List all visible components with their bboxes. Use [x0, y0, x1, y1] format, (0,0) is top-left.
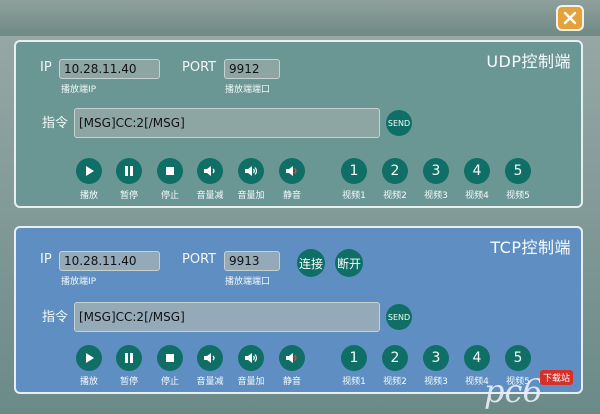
udp-send-button[interactable]: SEND	[386, 110, 412, 136]
udp-panel: UDP控制端 IP 10.28.11.40 播放端IP PORT 9912 播放…	[14, 40, 583, 208]
tcp-play-label: 播放	[79, 377, 98, 387]
tcp-send-button[interactable]: SEND	[386, 304, 412, 330]
udp-video-1-button[interactable]: 1	[341, 158, 367, 184]
udp-play-label: 播放	[79, 191, 98, 201]
tcp-video-2-label: 视频2	[383, 377, 407, 387]
stop-icon	[166, 167, 174, 175]
play-icon	[86, 166, 94, 176]
udp-port-caption: 播放端端口	[225, 85, 271, 95]
udp-stop-label: 停止	[160, 191, 179, 201]
udp-volume-up-button[interactable]	[238, 158, 264, 184]
udp-port-field[interactable]: 9912	[224, 59, 280, 79]
udp-cmd-label: 指令	[42, 116, 69, 131]
volume-up-icon	[245, 353, 258, 363]
tcp-pause-label: 暂停	[119, 377, 138, 387]
close-icon	[563, 11, 577, 25]
tcp-video-2-button[interactable]: 2	[382, 345, 408, 371]
tcp-volume-down-button[interactable]	[197, 345, 223, 371]
tcp-volume-down-label: 音量减	[196, 377, 224, 387]
tcp-cmd-input[interactable]: [MSG]CC:2[/MSG]	[74, 302, 380, 332]
tcp-ip-field[interactable]: 10.28.11.40	[59, 251, 160, 271]
stop-icon	[166, 354, 174, 362]
tcp-mute-label: 静音	[282, 377, 301, 387]
udp-ip-field[interactable]: 10.28.11.40	[59, 59, 160, 79]
tcp-ip-caption: 播放端IP	[61, 277, 97, 287]
udp-video-2-label: 视频2	[383, 191, 407, 201]
udp-video-4-button[interactable]: 4	[464, 158, 490, 184]
pause-icon	[125, 353, 133, 363]
tcp-video-3-label: 视频3	[424, 377, 448, 387]
close-button[interactable]	[556, 5, 584, 31]
tcp-disconnect-button[interactable]: 断开	[335, 249, 363, 277]
udp-mute-label: 静音	[282, 191, 301, 201]
mute-icon	[286, 353, 297, 363]
udp-video-2-button[interactable]: 2	[382, 158, 408, 184]
pause-icon	[125, 166, 133, 176]
tcp-pause-button[interactable]	[116, 345, 142, 371]
tcp-volume-up-button[interactable]	[238, 345, 264, 371]
tcp-mute-button[interactable]	[279, 345, 305, 371]
udp-video-3-label: 视频3	[424, 191, 448, 201]
tcp-port-label: PORT	[182, 252, 217, 267]
udp-volume-up-label: 音量加	[237, 191, 265, 201]
volume-up-icon	[245, 166, 258, 176]
tcp-port-field[interactable]: 9913	[224, 251, 280, 271]
tcp-ip-label: IP	[40, 252, 52, 267]
tcp-volume-up-label: 音量加	[237, 377, 265, 387]
udp-volume-down-label: 音量减	[196, 191, 224, 201]
tcp-stop-button[interactable]	[157, 345, 183, 371]
tcp-port-caption: 播放端端口	[225, 277, 271, 287]
udp-volume-down-button[interactable]	[197, 158, 223, 184]
udp-video-1-label: 视频1	[342, 191, 366, 201]
tcp-video-3-button[interactable]: 3	[423, 345, 449, 371]
tcp-connect-button[interactable]: 连接	[297, 249, 325, 277]
watermark-badge: 下载站	[540, 370, 574, 385]
play-icon	[86, 353, 94, 363]
volume-down-icon	[204, 353, 215, 363]
udp-ip-caption: 播放端IP	[61, 85, 97, 95]
udp-panel-title: UDP控制端	[486, 52, 571, 71]
udp-ip-label: IP	[40, 60, 52, 75]
tcp-panel-title: TCP控制端	[490, 238, 571, 257]
udp-play-button[interactable]	[76, 158, 102, 184]
title-bar	[0, 0, 600, 36]
udp-stop-button[interactable]	[157, 158, 183, 184]
tcp-cmd-label: 指令	[42, 310, 69, 325]
volume-down-icon	[204, 166, 215, 176]
udp-video-5-label: 视频5	[506, 191, 530, 201]
mute-icon	[286, 166, 297, 176]
tcp-stop-label: 停止	[160, 377, 179, 387]
watermark-text: pc6	[484, 372, 543, 410]
udp-video-4-label: 视频4	[465, 191, 489, 201]
watermark-logo: pc6 下载站	[482, 364, 594, 412]
udp-port-label: PORT	[182, 60, 217, 75]
tcp-play-button[interactable]	[76, 345, 102, 371]
udp-video-5-button[interactable]: 5	[505, 158, 531, 184]
udp-pause-label: 暂停	[119, 191, 138, 201]
tcp-video-1-label: 视频1	[342, 377, 366, 387]
udp-cmd-input[interactable]: [MSG]CC:2[/MSG]	[74, 108, 380, 138]
tcp-video-1-button[interactable]: 1	[341, 345, 367, 371]
udp-video-3-button[interactable]: 3	[423, 158, 449, 184]
udp-pause-button[interactable]	[116, 158, 142, 184]
udp-mute-button[interactable]	[279, 158, 305, 184]
